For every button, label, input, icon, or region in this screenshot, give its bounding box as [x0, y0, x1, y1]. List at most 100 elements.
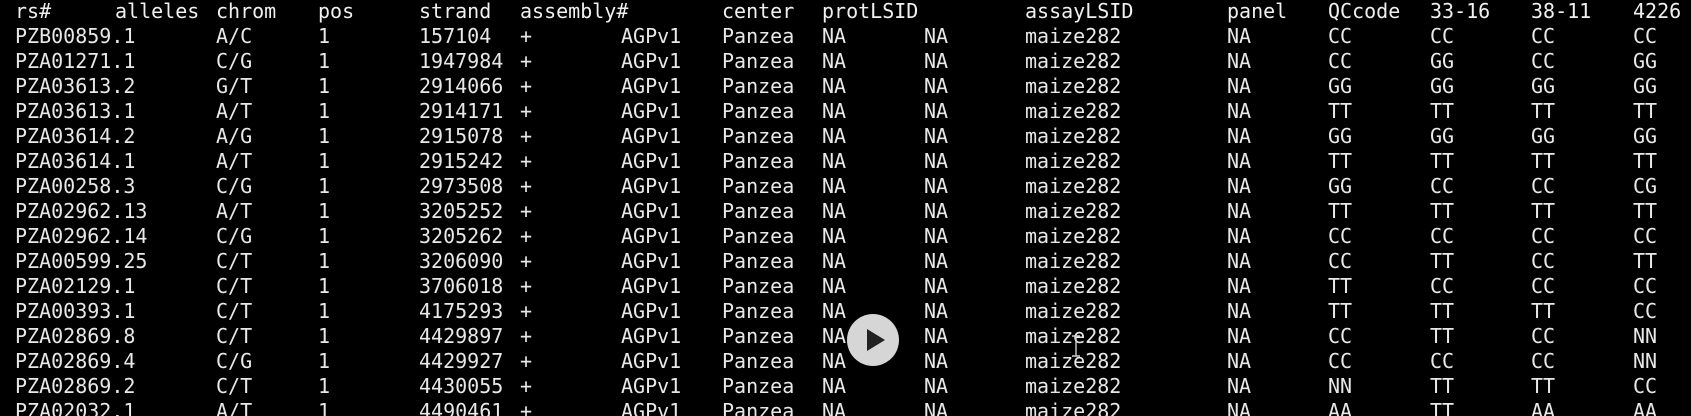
cell-assaylsid: maize282: [1025, 99, 1122, 123]
cell-chrom: 1: [318, 149, 331, 173]
cell-protlsid: NA: [822, 349, 847, 373]
cell-protlsid: NA: [822, 374, 847, 398]
cell-col-38-11: TT: [1531, 374, 1556, 398]
cell-pos: 157104: [419, 24, 492, 48]
cell-center: Panzea: [722, 49, 795, 73]
cell-alleles: A/C: [216, 24, 253, 48]
cell-lsid2: NA: [924, 99, 949, 123]
cell-col-38-11: CC: [1531, 249, 1556, 273]
cell-assaylsid: maize282: [1025, 399, 1122, 416]
cell-col-38-11: CC: [1531, 174, 1556, 198]
cell-panel: NA: [1227, 149, 1252, 173]
play-button[interactable]: [847, 314, 899, 366]
header-protlsid: protLSID: [822, 0, 919, 23]
cell-protlsid: NA: [822, 299, 847, 323]
table-row: PZB00859.1 A/C 1 157104 + AGPv1 Panzea NA NA maiz…: [0, 24, 1691, 49]
cell-col-4226: CC: [1633, 374, 1658, 398]
cell-strand: +: [520, 124, 533, 148]
table-row: PZA03613.1 A/T 1 2914171 + AGPv1 Panzea NA NA mai…: [0, 99, 1691, 124]
cell-strand: +: [520, 399, 533, 416]
cell-center: Panzea: [722, 274, 795, 298]
cell-panel: NA: [1227, 24, 1252, 48]
cell-col-33-16: GG: [1430, 124, 1455, 148]
cell-qccode: TT: [1328, 199, 1353, 223]
cell-strand: +: [520, 174, 533, 198]
cell-protlsid: NA: [822, 174, 847, 198]
play-icon: [867, 329, 885, 351]
header-assembly: assembly#: [520, 0, 629, 23]
cell-chrom: 1: [318, 224, 331, 248]
cell-col-4226: TT: [1633, 149, 1658, 173]
cell-col-38-11: TT: [1531, 99, 1556, 123]
cell-rs: PZA01271.1: [15, 49, 136, 73]
header-33-16: 33-16: [1430, 0, 1491, 23]
table-row: PZA03614.2 A/G 1 2915078 + AGPv1 Panzea NA NA mai…: [0, 124, 1691, 149]
cell-protlsid: NA: [822, 224, 847, 248]
cell-col-4226: NN: [1633, 324, 1658, 348]
cell-rs: PZA02962.14: [15, 224, 148, 248]
cell-lsid2: NA: [924, 324, 949, 348]
table-row: PZA00393.1 C/T 1 4175293 + AGPv1 Panzea NA NA mai…: [0, 299, 1691, 324]
cell-panel: NA: [1227, 274, 1252, 298]
cell-strand: +: [520, 324, 533, 348]
cell-alleles: C/T: [216, 299, 253, 323]
cell-center: Panzea: [722, 249, 795, 273]
cell-col-38-11: CC: [1531, 24, 1556, 48]
cell-assembly: AGPv1: [621, 299, 682, 323]
cell-pos: 3706018: [419, 274, 504, 298]
cell-lsid2: NA: [924, 174, 949, 198]
cell-col-38-11: CC: [1531, 49, 1556, 73]
cell-qccode: CC: [1328, 324, 1353, 348]
cell-chrom: 1: [318, 274, 331, 298]
cell-rs: PZA03613.2: [15, 74, 136, 98]
header-pos: pos: [318, 0, 355, 23]
cell-rs: PZA00599.25: [15, 249, 148, 273]
cell-col-4226: AA: [1633, 399, 1658, 416]
table-row: PZA02869.2 C/T 1 4430055 + AGPv1 Panzea NA NA mai…: [0, 374, 1691, 399]
header-alleles: alleles: [115, 0, 200, 23]
cell-alleles: A/T: [216, 199, 253, 223]
cell-col-4226: NN: [1633, 349, 1658, 373]
cell-pos: 2973508: [419, 174, 504, 198]
cell-rs: PZA02962.13: [15, 199, 148, 223]
cell-assembly: AGPv1: [621, 149, 682, 173]
cell-assembly: AGPv1: [621, 374, 682, 398]
cell-col-38-11: GG: [1531, 74, 1556, 98]
header-rs: rs#: [15, 0, 52, 23]
cell-pos: 4429897: [419, 324, 504, 348]
cell-rs: PZA00393.1: [15, 299, 136, 323]
terminal-window[interactable]: rs# alleles chrom pos strand assembly# c…: [0, 0, 1691, 416]
cell-col-33-16: TT: [1430, 149, 1455, 173]
cell-pos: 4175293: [419, 299, 504, 323]
cell-col-33-16: CC: [1430, 274, 1455, 298]
cell-strand: +: [520, 349, 533, 373]
cell-lsid2: NA: [924, 274, 949, 298]
cell-pos: 2915242: [419, 149, 504, 173]
cell-alleles: A/T: [216, 399, 253, 416]
cell-assembly: AGPv1: [621, 274, 682, 298]
table-row: PZA02869.4 C/G 1 4429927 + AGPv1 Panzea NA NA mai…: [0, 349, 1691, 374]
cell-panel: NA: [1227, 124, 1252, 148]
cell-assembly: AGPv1: [621, 49, 682, 73]
cell-assaylsid: maize282: [1025, 199, 1122, 223]
cell-assaylsid: maize282: [1025, 299, 1122, 323]
cell-center: Panzea: [722, 399, 795, 416]
cell-rs: PZA03614.2: [15, 124, 136, 148]
cell-chrom: 1: [318, 124, 331, 148]
cell-assaylsid: maize282: [1025, 374, 1122, 398]
cell-strand: +: [520, 199, 533, 223]
cell-assaylsid: maize282: [1025, 274, 1122, 298]
cell-chrom: 1: [318, 399, 331, 416]
header-center: center: [722, 0, 795, 23]
cell-protlsid: NA: [822, 399, 847, 416]
cell-center: Panzea: [722, 224, 795, 248]
cell-col-38-11: TT: [1531, 149, 1556, 173]
cell-col-33-16: GG: [1430, 49, 1455, 73]
cell-col-38-11: CC: [1531, 224, 1556, 248]
cell-lsid2: NA: [924, 249, 949, 273]
cell-protlsid: NA: [822, 49, 847, 73]
cell-panel: NA: [1227, 249, 1252, 273]
table-row: PZA01271.1 C/G 1 1947984 + AGPv1 Panzea NA NA mai…: [0, 49, 1691, 74]
cell-col-4226: CC: [1633, 224, 1658, 248]
table-row: PZA03614.1 A/T 1 2915242 + AGPv1 Panzea NA NA mai…: [0, 149, 1691, 174]
